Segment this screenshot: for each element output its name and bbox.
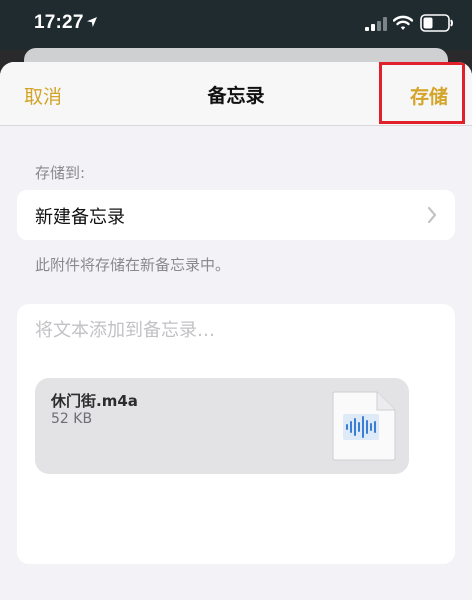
battery-icon <box>420 14 453 32</box>
note-card: 将文本添加到备忘录… 休门街.m4a 52 KB <box>17 304 455 564</box>
destination-label: 新建备忘录 <box>35 207 125 228</box>
location-arrow-icon <box>87 17 97 27</box>
cellular-signal-icon <box>365 17 387 31</box>
status-time: 17:27 <box>34 12 84 33</box>
audio-waveform-file-icon <box>332 391 396 461</box>
note-text-input[interactable]: 将文本添加到备忘录… <box>35 316 435 342</box>
attachment-size: 52 KB <box>51 411 93 427</box>
wifi-icon <box>393 15 413 30</box>
section-label: 存储到: <box>35 164 86 182</box>
status-bar: 17:27 <box>0 0 472 50</box>
highlight-box <box>379 62 465 124</box>
destination-picker[interactable]: 新建备忘录 <box>17 190 455 240</box>
attachment-card[interactable]: 休门街.m4a 52 KB <box>35 378 409 474</box>
section-footer: 此附件将存储在新备忘录中。 <box>35 256 231 274</box>
chevron-right-icon <box>427 206 437 224</box>
attachment-name: 休门街.m4a <box>51 392 138 410</box>
share-sheet: 取消 备忘录 存储 存储到: 新建备忘录 此附件将存储在新备忘录中。 将文本添加… <box>0 62 472 600</box>
navigation-bar: 取消 备忘录 存储 <box>0 62 472 126</box>
